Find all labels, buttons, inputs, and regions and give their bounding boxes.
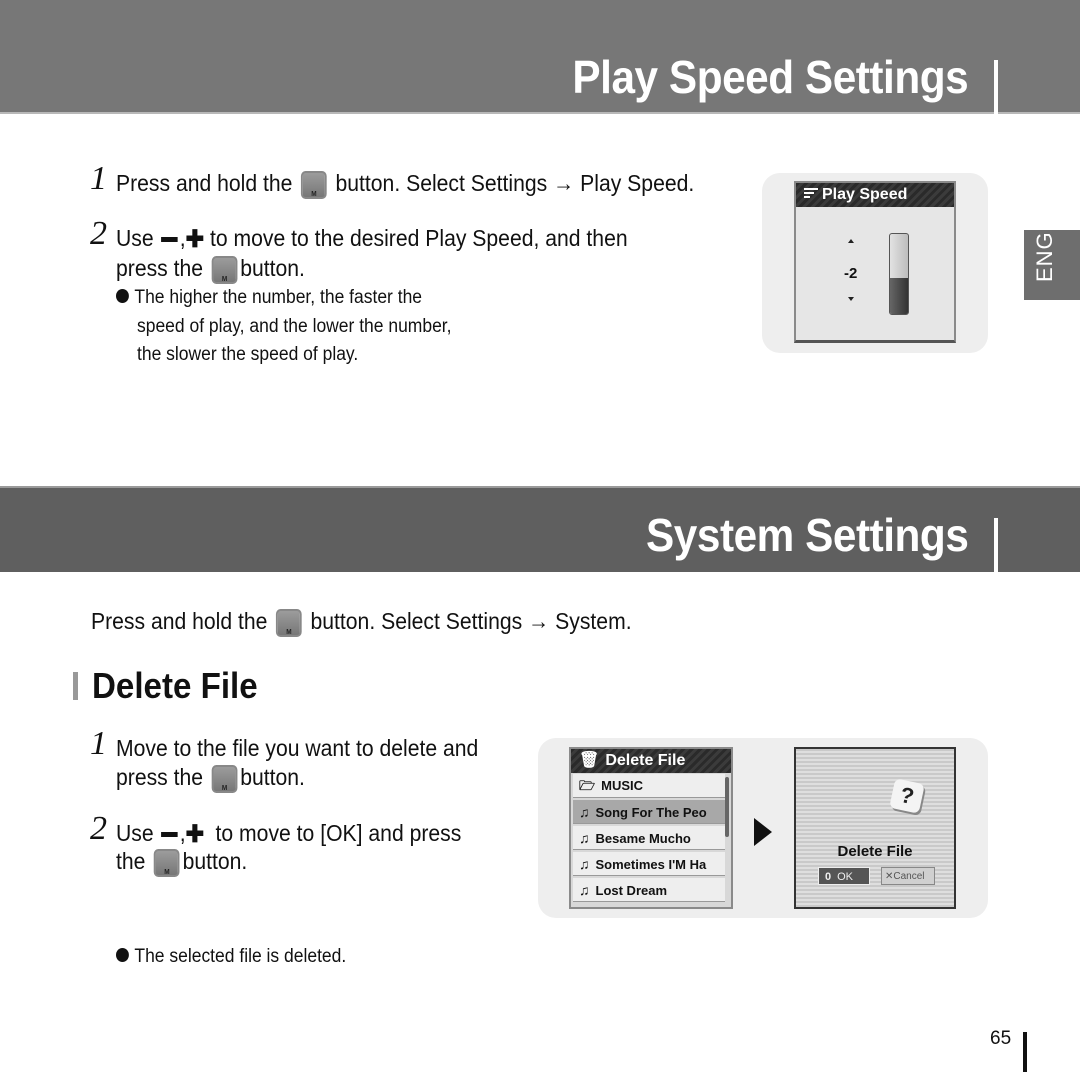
item-label: Besame Mucho	[595, 831, 691, 846]
item-label: Sometimes I'M Ha	[595, 857, 707, 872]
m-button-icon: M	[211, 255, 238, 284]
up-arrow-icon[interactable]	[848, 239, 854, 243]
m-button-icon: M	[211, 764, 238, 793]
list-item[interactable]: ♫ Sometimes I'M Ha	[573, 852, 725, 876]
speed-level-bar[interactable]	[889, 233, 909, 315]
page-number: 65	[990, 1028, 1012, 1049]
trash-icon: 🗑	[579, 752, 600, 769]
scrollbar[interactable]	[725, 777, 729, 837]
ok-icon: 0	[825, 871, 832, 883]
step-text: the	[116, 848, 146, 874]
screen-header-label: Play Speed	[822, 186, 908, 204]
ok-label: OK	[837, 871, 854, 883]
step-text: Move to the file you want to delete and	[116, 735, 479, 761]
m-button-label: M	[311, 190, 317, 198]
confirm-title: Delete File	[837, 843, 913, 860]
folder-label: MUSIC	[601, 778, 644, 793]
m-button-label: M	[164, 868, 170, 876]
step-text: press the	[116, 255, 204, 281]
plus-icon: ✚	[185, 821, 205, 849]
note-line: the slower the speed of play.	[137, 344, 359, 365]
music-note-icon: ♫	[579, 882, 590, 898]
subheading-bar	[73, 672, 78, 700]
play-speed-note: the slower the speed of play.	[137, 340, 358, 369]
note-line: The higher the number, the faster the	[134, 287, 423, 308]
play-speed-note: The higher the number, the faster the	[116, 283, 422, 312]
step-text: button. Select Settings → System.	[310, 608, 632, 634]
title-bar-mark	[994, 60, 998, 116]
step-number: 2	[90, 215, 107, 252]
play-speed-step-2-line2: press the Mbutton.	[116, 254, 305, 284]
speed-value: -2	[844, 265, 858, 282]
step-text: Use	[116, 225, 154, 251]
folder-icon: 🗁	[579, 778, 596, 793]
step-text: button.	[240, 764, 305, 790]
m-button-icon: M	[276, 608, 302, 637]
list-item[interactable]: ♫ Song For The Peo	[573, 800, 725, 824]
subheading-delete-file: Delete File	[92, 665, 258, 706]
language-tab: ENG	[1024, 230, 1080, 300]
step-text: Use	[116, 820, 154, 846]
title-bar-mark	[994, 518, 998, 572]
note-line: The selected file is deleted.	[134, 946, 347, 967]
ok-button[interactable]: 0 OK	[818, 867, 870, 885]
bullet-icon	[116, 947, 129, 962]
delete-confirm-screen: ? Delete File 0 OK ✕Cancel	[794, 747, 956, 909]
music-note-icon: ♫	[579, 856, 590, 872]
delete-step-2: Use ,✚ to move to [OK] and press	[116, 819, 461, 849]
step-text: button.	[240, 255, 305, 281]
delete-step-1-line2: press the Mbutton.	[116, 763, 305, 793]
plus-icon: ✚	[185, 226, 205, 254]
m-button-label: M	[286, 628, 292, 636]
step-text: button.	[182, 848, 248, 874]
m-button-icon: M	[154, 848, 180, 877]
system-intro: Press and hold the M button. Select Sett…	[91, 607, 632, 637]
play-speed-step-2: Use ,✚ to move to the desired Play Speed…	[116, 224, 628, 254]
section-title-play-speed: Play Speed Settings	[572, 51, 968, 103]
screen-header-label: Delete File	[605, 752, 686, 769]
speed-level-fill	[890, 278, 908, 314]
folder-row[interactable]: 🗁 MUSIC	[573, 774, 725, 798]
list-item[interactable]: ♫ Lost Dream	[573, 878, 725, 902]
m-button-icon: M	[301, 170, 327, 199]
play-speed-note: speed of play, and the lower the number,	[137, 312, 452, 341]
step-text: Press and hold the	[116, 170, 293, 196]
play-speed-screen: Play Speed -2	[794, 181, 956, 343]
item-label: Song For The Peo	[595, 805, 707, 820]
note-line: speed of play, and the lower the number,	[137, 316, 452, 337]
step-number: 2	[90, 810, 107, 847]
cancel-label: Cancel	[893, 871, 925, 882]
language-tab-label: ENG	[1032, 231, 1057, 282]
question-icon: ?	[889, 778, 925, 814]
music-note-icon: ♫	[579, 804, 590, 820]
screen-header: Play Speed	[796, 183, 954, 207]
page-number-bar	[1023, 1032, 1027, 1072]
section-title-system: System Settings	[645, 509, 969, 561]
minus-icon	[161, 237, 178, 243]
screen-header: 🗑 Delete File	[571, 749, 731, 773]
list-item[interactable]: ♫ Besame Mucho	[573, 826, 725, 850]
arrow-right-icon	[754, 818, 772, 846]
bullet-icon	[116, 288, 129, 303]
step-text: Press and hold the	[91, 608, 268, 634]
step-number: 1	[90, 160, 107, 197]
step-text: button. Select Settings → Play Speed.	[335, 170, 695, 196]
delete-file-list-screen: 🗑 Delete File 🗁 MUSIC ♫ Song For The Peo ♫ B…	[569, 747, 733, 909]
music-note-icon: ♫	[579, 830, 590, 846]
m-button-label: M	[221, 784, 228, 792]
delete-step-2-line2: the Mbutton.	[116, 847, 247, 877]
minus-icon	[161, 832, 178, 838]
cancel-button[interactable]: ✕Cancel	[881, 867, 935, 885]
step-text: to move to the desired Play Speed, and t…	[210, 225, 628, 251]
menu-lines-icon	[804, 183, 818, 207]
play-speed-step-1: Press and hold the M button. Select Sett…	[116, 169, 694, 199]
item-label: Lost Dream	[595, 883, 668, 898]
step-text: press the	[116, 764, 204, 790]
down-arrow-icon[interactable]	[848, 297, 854, 301]
delete-step-1: Move to the file you want to delete and	[116, 734, 478, 763]
step-text: to move to [OK] and press	[215, 820, 462, 846]
step-number: 1	[90, 725, 107, 762]
delete-note: The selected file is deleted.	[116, 942, 346, 971]
